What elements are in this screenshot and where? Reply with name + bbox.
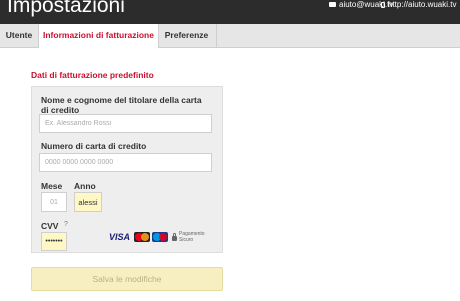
billing-section-title: Dati di fatturazione predefinito [31, 70, 154, 80]
lock-icon [172, 232, 178, 241]
settings-tabs: Utente Informazioni di fatturazione Pref… [0, 24, 460, 48]
visa-logo: VISA [109, 232, 131, 242]
help-site-text: http://aiuto.wuaki.tv [388, 0, 457, 9]
mail-icon [329, 2, 336, 7]
mastercard-logo [134, 232, 151, 242]
cvv-input[interactable] [41, 232, 67, 251]
save-changes-button[interactable]: Salva le modifiche [31, 267, 223, 291]
month-input[interactable] [41, 192, 67, 212]
tab-utente[interactable]: Utente [0, 24, 39, 47]
help-site-link[interactable]: http://aiuto.wuaki.tv [381, 0, 456, 9]
cardholder-name-input[interactable] [39, 114, 212, 133]
accepted-cards: VISA Pagamento Sicuro [109, 231, 209, 243]
cvv-help-icon[interactable]: ? [64, 221, 68, 228]
tab-preferences[interactable]: Preferenze [157, 24, 217, 47]
cvv-label: CVV [41, 221, 59, 231]
maestro-logo [152, 232, 169, 242]
month-label: Mese [41, 181, 63, 191]
tab-billing-info[interactable]: Informazioni di fatturazione [38, 24, 159, 48]
page-title: Impostazioni [7, 0, 125, 17]
cardholder-name-label: Nome e cognome del titolare della carta … [41, 95, 202, 115]
year-label: Anno [74, 181, 96, 191]
phone-icon [381, 1, 385, 8]
card-number-input[interactable] [39, 153, 212, 172]
secure-payment-text: Pagamento Sicuro [179, 231, 205, 243]
top-header: Impostazioni aiuto@wuaki.tv http://aiuto… [0, 0, 460, 24]
year-input[interactable] [74, 192, 102, 212]
card-number-label: Numero di carta di credito [41, 141, 147, 151]
